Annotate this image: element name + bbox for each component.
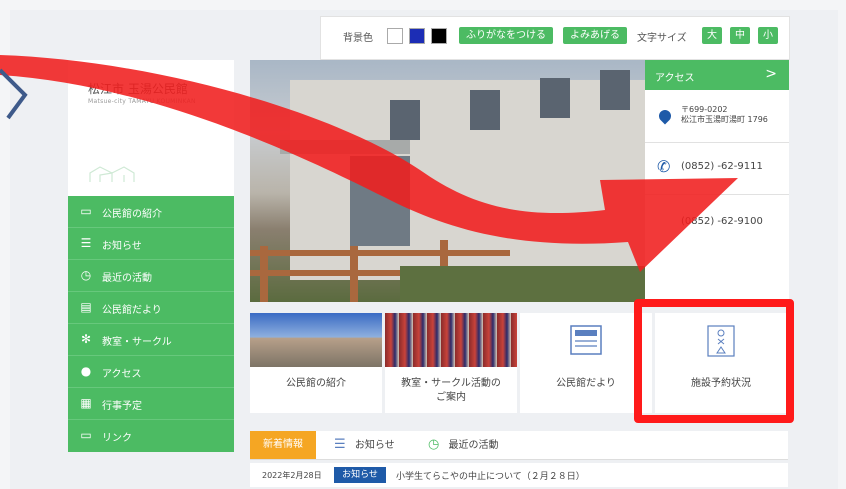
red-arrow-shape [0, 55, 738, 272]
annotation-scribble [0, 68, 28, 120]
highlight-box [634, 299, 794, 423]
